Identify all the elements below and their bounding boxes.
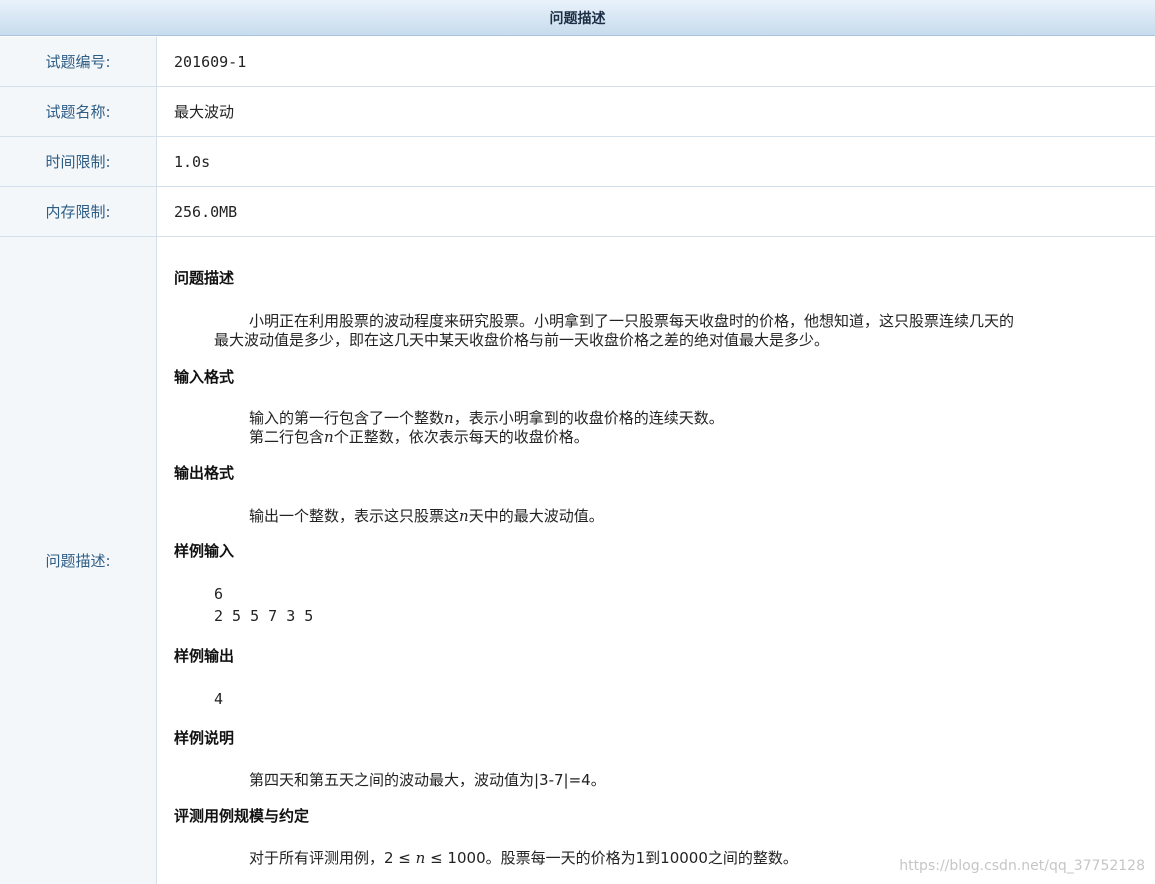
page-header: 问题描述 bbox=[0, 0, 1155, 36]
label-problem-name: 试题名称: bbox=[0, 87, 157, 136]
problem-content: 问题描述 小明正在利用股票的波动程度来研究股票。小明拿到了一只股票每天收盘时的价… bbox=[157, 237, 1155, 884]
label-time-limit: 时间限制: bbox=[0, 137, 157, 186]
label-problem-id: 试题编号: bbox=[0, 37, 157, 86]
row-problem-description: 问题描述: 问题描述 小明正在利用股票的波动程度来研究股票。小明拿到了一只股票每… bbox=[0, 237, 1155, 884]
sample-explain-line: 第四天和第五天之间的波动最大，波动值为|3-7|=4。 bbox=[249, 771, 606, 789]
limits-line: 对于所有评测用例，2 ≤ n ≤ 1000。股票每一天的价格为1到10000之间… bbox=[249, 849, 798, 867]
input-line-1: 输入的第一行包含了一个整数n，表示小明拿到的收盘价格的连续天数。 bbox=[249, 409, 724, 427]
value-problem-id: 201609-1 bbox=[174, 52, 247, 71]
label-problem-description: 问题描述: bbox=[0, 237, 157, 884]
sample-input-line-1: 6 bbox=[214, 585, 224, 603]
value-memory-limit: 256.0MB bbox=[174, 202, 238, 221]
description-line-2: 最大波动值是多少，即在这几天中某天收盘价格与前一天收盘价格之差的绝对值最大是多少… bbox=[214, 331, 830, 349]
header-title: 问题描述 bbox=[549, 10, 606, 27]
value-time-limit: 1.0s bbox=[174, 152, 211, 171]
section-title-input: 输入格式 bbox=[174, 368, 235, 386]
section-title-sample-input: 样例输入 bbox=[174, 542, 235, 560]
sample-input-line-2: 2 5 5 7 3 5 bbox=[214, 607, 314, 625]
output-line: 输出一个整数，表示这只股票这n天中的最大波动值。 bbox=[249, 507, 604, 525]
input-line-2: 第二行包含n个正整数，依次表示每天的收盘价格。 bbox=[249, 428, 589, 446]
section-title-output: 输出格式 bbox=[174, 464, 235, 482]
value-problem-name: 最大波动 bbox=[174, 103, 235, 121]
section-title-sample-explain: 样例说明 bbox=[174, 729, 235, 747]
row-problem-name: 试题名称: 最大波动 bbox=[0, 87, 1155, 137]
problem-page: 问题描述 试题编号: 201609-1 试题名称: 最大波动 时间限制: 1.0… bbox=[0, 0, 1155, 884]
row-problem-id: 试题编号: 201609-1 bbox=[0, 37, 1155, 87]
row-memory-limit: 内存限制: 256.0MB bbox=[0, 187, 1155, 237]
section-title-limits: 评测用例规模与约定 bbox=[174, 807, 310, 825]
section-title-description: 问题描述 bbox=[174, 269, 235, 287]
section-title-sample-output: 样例输出 bbox=[174, 647, 235, 665]
sample-output-line: 4 bbox=[214, 690, 224, 708]
row-time-limit: 时间限制: 1.0s bbox=[0, 137, 1155, 187]
watermark-text: https://blog.csdn.net/qq_37752128 bbox=[899, 858, 1145, 874]
description-line-1: 小明正在利用股票的波动程度来研究股票。小明拿到了一只股票每天收盘时的价格，他想知… bbox=[249, 312, 1015, 330]
label-memory-limit: 内存限制: bbox=[0, 187, 157, 236]
